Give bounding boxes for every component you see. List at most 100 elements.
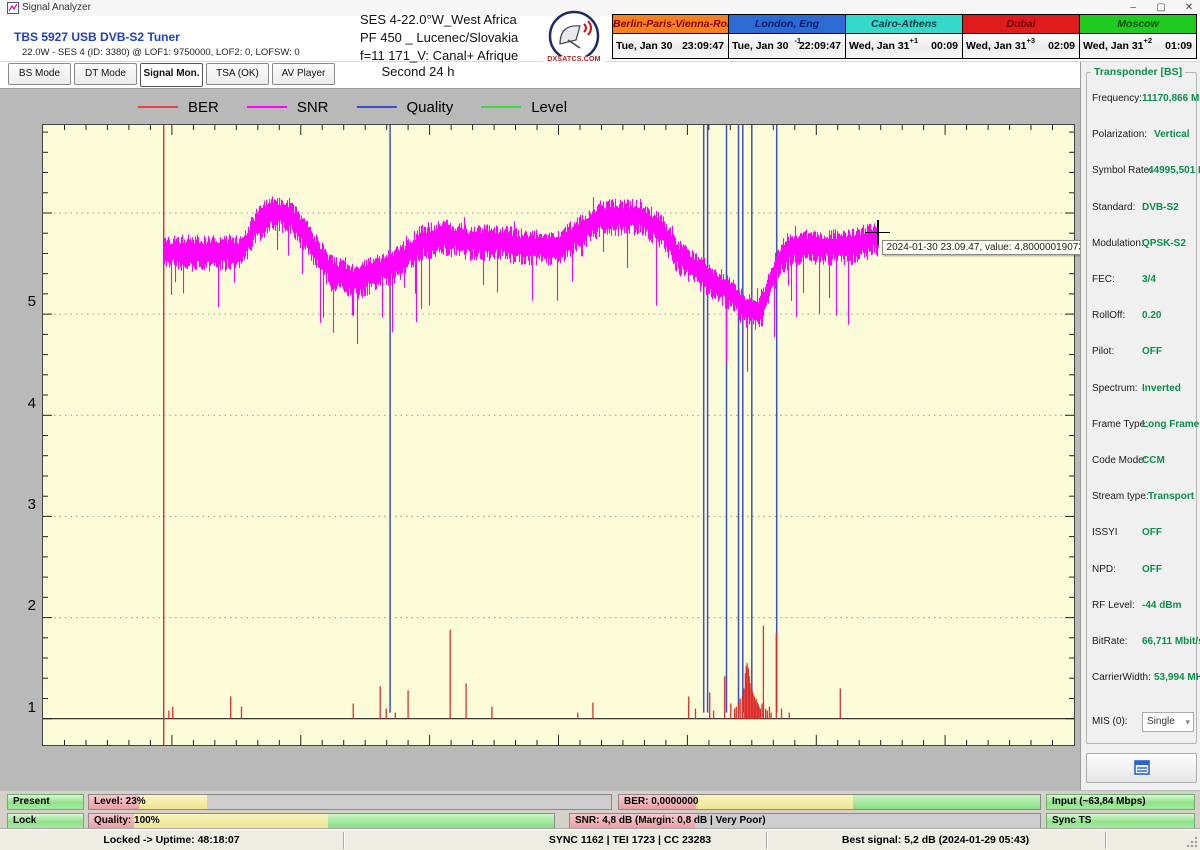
field-value: 11170,866 MHz — [1142, 93, 1200, 104]
y-axis-label: 5 — [14, 293, 36, 310]
field-value: 3/4 — [1142, 274, 1156, 285]
tab-av-player[interactable]: AV Player — [272, 63, 335, 85]
mode-tabs: BS Mode DT Mode Signal Mon. TSA (OK) AV … — [8, 63, 335, 87]
field-label: ISSYI — [1092, 527, 1118, 538]
field-value: OFF — [1142, 564, 1162, 575]
chart-title: Second 24 h — [358, 64, 478, 79]
bar-segment-yellow — [139, 795, 208, 809]
status-best-signal: Best signal: 5,2 dB (2024-01-29 05:43) — [766, 830, 1105, 850]
sync-ts-indicator: Sync TS — [1046, 813, 1195, 829]
legend-item-level: Level — [481, 99, 567, 116]
tab-bs-mode[interactable]: BS Mode — [8, 63, 71, 85]
snapshot-icon — [1134, 760, 1150, 775]
field-value: Vertical — [1154, 129, 1190, 140]
mis-select[interactable]: Single ▾ — [1142, 712, 1194, 732]
field-label: NPD: — [1092, 564, 1116, 575]
clock-berlin: Berlin-Paris-Vienna-Roma Tue, Jan 30 23:… — [612, 14, 729, 59]
signal-analyzer-window: Signal Analyzer – ▢ ✕ TBS 5927 USB DVB-S… — [0, 0, 1200, 850]
clock-utc-offset: +3 — [1026, 36, 1035, 45]
y-axis-label: 1 — [14, 699, 36, 716]
world-clocks: Berlin-Paris-Vienna-Roma Tue, Jan 30 23:… — [612, 14, 1197, 59]
field-label: RF Level: — [1092, 600, 1135, 611]
transponder-title: Transponder [BS] — [1091, 66, 1185, 78]
clock-cairo: Cairo-Athens Wed, Jan 31 +1 00:09 — [846, 14, 963, 59]
field-label: Frame Type: — [1092, 419, 1148, 430]
transponder-field-row: Frequency:11170,866 MHz — [1092, 93, 1193, 123]
clock-date: Tue, Jan 30 — [732, 40, 788, 52]
tab-signal-mon[interactable]: Signal Mon. — [140, 63, 203, 87]
clock-date: Wed, Jan 31 — [1083, 40, 1144, 52]
clock-date: Wed, Jan 31 — [849, 40, 910, 52]
legend-item-ber: BER — [138, 99, 219, 116]
clock-city: London, Eng — [729, 15, 845, 34]
field-value: CCM — [1142, 455, 1165, 466]
y-axis-label: 4 — [14, 395, 36, 412]
tab-dt-mode[interactable]: DT Mode — [74, 63, 137, 85]
field-label: Pilot: — [1092, 346, 1114, 357]
transponder-groupbox: Transponder [BS] Frequency:11170,866 MHz… — [1086, 72, 1197, 744]
chevron-down-icon: ▾ — [1185, 713, 1190, 731]
y-axis-label: 2 — [14, 597, 36, 614]
clock-moscow: Moscow Wed, Jan 31 +2 01:09 — [1080, 14, 1197, 59]
clock-london: London, Eng Tue, Jan 30 -1 22:09:47 — [729, 14, 846, 59]
close-button[interactable]: ✕ — [1176, 0, 1200, 15]
level-progressbar: Level: 23% — [88, 794, 612, 810]
chart-legend: BER SNR Quality Level — [138, 97, 595, 117]
field-label: Code Mode: — [1092, 455, 1146, 466]
maximize-button[interactable]: ▢ — [1148, 0, 1174, 15]
clock-time: 22:09:47 — [799, 40, 841, 52]
minimize-button[interactable]: – — [1120, 0, 1146, 15]
field-value: QPSK-S2 — [1142, 238, 1186, 249]
satellite-label: SES 4-22.0°W_West Africa — [360, 12, 517, 27]
bar-segment-yellow — [134, 814, 329, 828]
signal-monitor-plot[interactable] — [42, 124, 1075, 746]
transponder-field-row: RF Level:-44 dBm — [1092, 600, 1193, 630]
field-label: Stream type: — [1092, 491, 1149, 502]
transponder-field-row: FEC: 3/4 — [1092, 274, 1193, 304]
clock-utc-offset: +2 — [1143, 36, 1152, 45]
field-value: 0.20 — [1142, 310, 1161, 321]
clock-utc-offset: +1 — [909, 36, 918, 45]
transponder-field-row: NPD: OFF — [1092, 564, 1193, 594]
app-icon — [7, 2, 19, 14]
present-indicator: Present — [7, 794, 84, 810]
field-value: DVB-S2 — [1142, 202, 1179, 213]
clock-date: Tue, Jan 30 — [616, 40, 672, 52]
clock-date: Wed, Jan 31 — [966, 40, 1027, 52]
field-label: FEC: — [1092, 274, 1115, 285]
transponder-field-row: Symbol Rate:44995,501 KS/s — [1092, 165, 1193, 195]
snr-line-swatch — [247, 106, 287, 108]
bar-segment-green — [328, 814, 554, 828]
clock-city: Moscow — [1080, 15, 1196, 34]
chart-tooltip: 2024-01-30 23.09.47, value: 4,8000001907… — [882, 240, 1106, 255]
y-axis-label: 3 — [14, 496, 36, 513]
chart-panel: BER SNR Quality Level 5 4 3 2 1 0 202 — [0, 88, 1080, 790]
field-value: Inverted — [1142, 383, 1181, 394]
field-value: Transport — [1148, 491, 1194, 502]
legend-item-snr: SNR — [247, 99, 329, 116]
field-label: Spectrum: — [1092, 383, 1138, 394]
bar-segment-yellow — [696, 795, 853, 809]
field-value: OFF — [1142, 527, 1162, 538]
field-label: Polarization: — [1092, 129, 1147, 140]
lock-indicator: Lock — [7, 813, 84, 829]
field-label: Standard: — [1092, 202, 1135, 213]
clock-city: Berlin-Paris-Vienna-Roma — [613, 15, 728, 34]
field-value: OFF — [1142, 346, 1162, 357]
transponder-field-row: Standard: DVB-S2 — [1092, 202, 1193, 232]
snapshot-button[interactable] — [1086, 753, 1197, 783]
transponder-field-row: RollOff:0.20 — [1092, 310, 1193, 340]
resize-grip[interactable] — [1186, 836, 1198, 848]
field-label: Symbol Rate: — [1092, 165, 1152, 176]
field-label: BitRate: — [1092, 636, 1128, 647]
transponder-panel: Transponder [BS] Frequency:11170,866 MHz… — [1080, 62, 1200, 790]
transponder-field-row: CarrierWidth:53,994 MHz — [1092, 672, 1193, 702]
field-value: 44995,501 KS/s — [1148, 165, 1200, 176]
clock-time: 23:09:47 — [682, 40, 724, 52]
clock-dubai: Dubai Wed, Jan 31 +3 02:09 — [963, 14, 1080, 59]
transponder-field-row: Stream type:Transport — [1092, 491, 1193, 521]
clock-city: Cairo-Athens — [846, 15, 962, 34]
tab-tsa[interactable]: TSA (OK) — [206, 63, 269, 85]
field-label: Frequency: — [1092, 93, 1142, 104]
quality-line-swatch — [357, 106, 397, 108]
